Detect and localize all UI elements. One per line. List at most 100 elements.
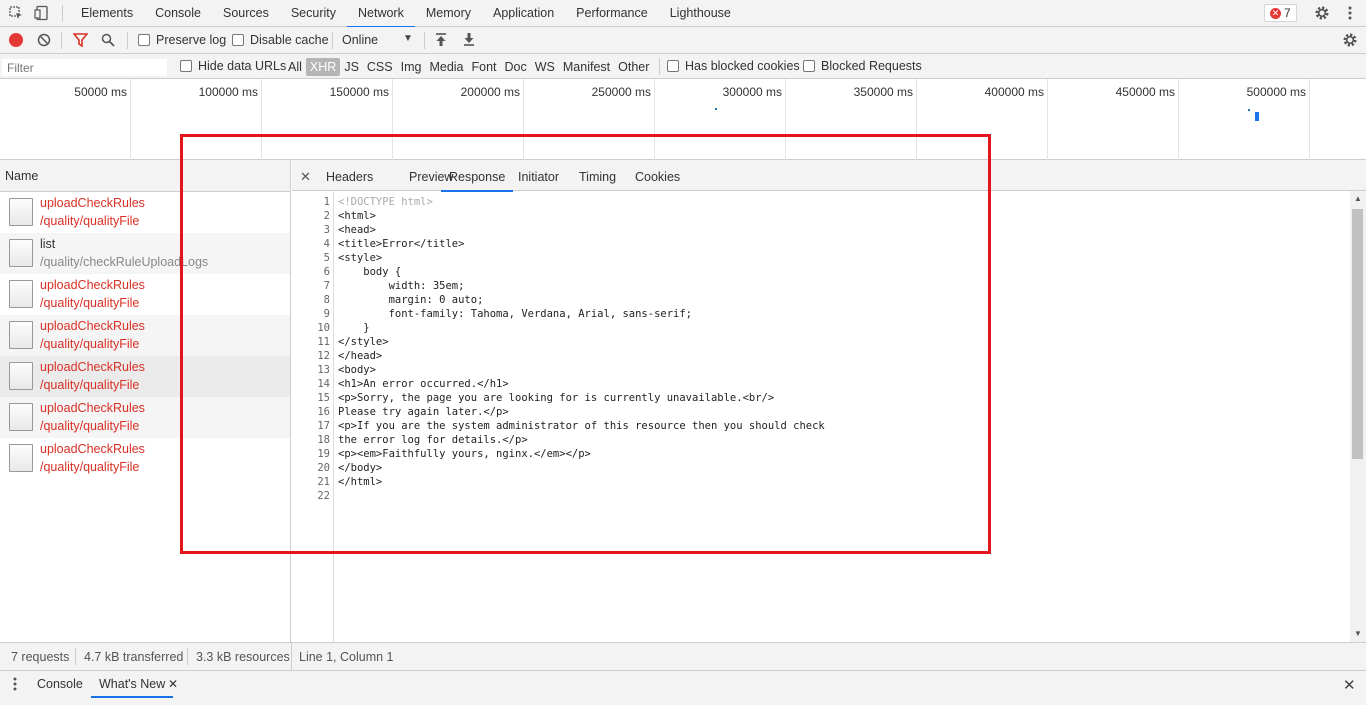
blocked-requests-checkbox[interactable] [803, 60, 815, 72]
filter-type-ws[interactable]: WS [531, 58, 559, 76]
request-row[interactable]: list/quality/checkRuleUploadLogs [0, 233, 290, 274]
drawer-menu-icon[interactable] [9, 676, 21, 695]
disable-cache-checkbox[interactable] [232, 34, 244, 46]
request-row[interactable]: uploadCheckRules/quality/qualityFile [0, 315, 290, 356]
code-text: </body> [338, 462, 383, 474]
network-overview-timeline[interactable]: 50000 ms 100000 ms 150000 ms 200000 ms 25000… [0, 79, 1366, 160]
import-har-icon[interactable] [434, 32, 448, 50]
search-icon[interactable] [101, 33, 115, 50]
tab-sources[interactable]: Sources [212, 0, 280, 27]
code-text: <title>Error</title> [338, 238, 465, 250]
filter-type-media[interactable]: Media [425, 58, 467, 76]
device-toolbar-icon[interactable] [34, 5, 50, 21]
filter-input[interactable] [2, 59, 167, 76]
request-list: Name uploadCheckRules/quality/qualityFil… [0, 160, 291, 642]
code-line: 12 </head> [292, 349, 1350, 363]
clear-icon[interactable] [37, 33, 51, 50]
response-body[interactable]: 1 <!DOCTYPE html> 2 <html> 3 <head> 4 <title>Er… [292, 195, 1350, 503]
preserve-log-label: Preserve log [156, 33, 227, 47]
record-icon[interactable] [9, 33, 23, 47]
separator [187, 648, 188, 665]
filter-type-css[interactable]: CSS [363, 58, 397, 76]
separator [75, 648, 76, 665]
more-options-icon[interactable] [1342, 5, 1358, 21]
throttling-value: Online [342, 33, 379, 47]
tab-memory[interactable]: Memory [415, 0, 482, 27]
error-count-badge[interactable]: ✕ 7 [1264, 4, 1297, 22]
request-path: /quality/qualityFile [40, 337, 140, 351]
request-row[interactable]: uploadCheckRules/quality/qualityFile [0, 192, 290, 233]
filter-icon[interactable] [72, 33, 89, 50]
drawer-tab-console[interactable]: Console [37, 671, 83, 698]
timeline-tick-label: 350000 ms [853, 85, 913, 99]
filter-type-all[interactable]: All [284, 58, 306, 76]
code-line: 6 body { [292, 265, 1350, 279]
settings-gear-icon[interactable] [1314, 5, 1330, 21]
detail-tab-initiator[interactable]: Initiator [518, 160, 559, 191]
detail-tab-headers[interactable]: Headers [326, 160, 373, 191]
filter-type-manifest[interactable]: Manifest [559, 58, 614, 76]
preserve-log-checkbox[interactable] [138, 34, 150, 46]
timeline-gridline [1309, 79, 1310, 160]
document-file-icon [9, 444, 33, 472]
inspect-element-icon[interactable] [8, 5, 24, 21]
export-har-icon[interactable] [462, 32, 476, 50]
tab-lighthouse[interactable]: Lighthouse [659, 0, 742, 27]
line-number: 4 [323, 238, 330, 250]
request-row[interactable]: uploadCheckRules/quality/qualityFile [0, 356, 290, 397]
timeline-tick-label: 100000 ms [198, 85, 258, 99]
request-row[interactable]: uploadCheckRules/quality/qualityFile [0, 274, 290, 315]
resource-type-filters: All XHR JS CSS Img Media Font Doc WS Manifest Othe… [284, 57, 653, 77]
filter-type-img[interactable]: Img [397, 58, 426, 76]
scroll-thumb[interactable] [1352, 209, 1363, 459]
timeline-gridline [785, 79, 786, 160]
detail-tab-cookies[interactable]: Cookies [635, 160, 680, 191]
detail-tab-response[interactable]: Response [440, 160, 514, 192]
drawer-tab-what-s-new[interactable]: What's New [90, 671, 174, 698]
tab-performance[interactable]: Performance [565, 0, 659, 27]
line-number: 7 [323, 280, 330, 292]
request-rows: uploadCheckRules/quality/qualityFile list… [0, 192, 290, 479]
scroll-down-icon[interactable]: ▼ [1354, 629, 1362, 638]
separator [659, 58, 660, 75]
scroll-up-icon[interactable]: ▲ [1354, 194, 1362, 203]
code-line: 17 <p>If you are the system administrator… [292, 419, 1350, 433]
code-line: 19 <p><em>Faithfully yours, nginx.</em></… [292, 447, 1350, 461]
filter-type-other[interactable]: Other [614, 58, 653, 76]
line-number: 16 [317, 406, 330, 418]
tab-console[interactable]: Console [144, 0, 212, 27]
filter-type-js[interactable]: JS [340, 58, 363, 76]
name-column-header[interactable]: Name [0, 160, 290, 192]
request-row[interactable]: uploadCheckRules/quality/qualityFile [0, 397, 290, 438]
close-drawer-icon[interactable]: ✕ [1343, 676, 1356, 694]
request-path: /quality/qualityFile [40, 214, 140, 228]
request-name: uploadCheckRules [40, 319, 145, 333]
code-text: <!DOCTYPE html> [338, 196, 433, 208]
code-line: 2 <html> [292, 209, 1350, 223]
tab-security[interactable]: Security [280, 0, 347, 27]
request-path: /quality/qualityFile [40, 419, 140, 433]
tab-application[interactable]: Application [482, 0, 565, 27]
close-detail-icon[interactable]: ✕ [300, 169, 311, 185]
detail-tab-preview[interactable]: Preview [409, 160, 453, 191]
line-number: 17 [317, 420, 330, 432]
has-blocked-cookies-checkbox[interactable] [667, 60, 679, 72]
response-scrollbar[interactable]: ▲ ▼ [1350, 191, 1366, 642]
hide-data-urls-checkbox[interactable] [180, 60, 192, 72]
code-text: <body> [338, 364, 376, 376]
line-number: 5 [323, 252, 330, 264]
detail-tab-timing[interactable]: Timing [579, 160, 616, 191]
throttling-select[interactable]: Online ▼ [338, 31, 418, 50]
filter-type-doc[interactable]: Doc [501, 58, 531, 76]
request-row[interactable]: uploadCheckRules/quality/qualityFile [0, 438, 290, 479]
filter-type-font[interactable]: Font [468, 58, 501, 76]
network-settings-gear-icon[interactable] [1342, 32, 1358, 51]
timeline-gridline [1047, 79, 1048, 160]
tab-network[interactable]: Network [347, 0, 415, 28]
timeline-tick-label: 450000 ms [1115, 85, 1175, 99]
filter-type-xhr[interactable]: XHR [305, 58, 341, 76]
tab-elements[interactable]: Elements [70, 0, 144, 27]
close-tab-icon[interactable]: ✕ [168, 677, 178, 691]
code-line: 5 <style> [292, 251, 1350, 265]
code-text: <head> [338, 224, 376, 236]
